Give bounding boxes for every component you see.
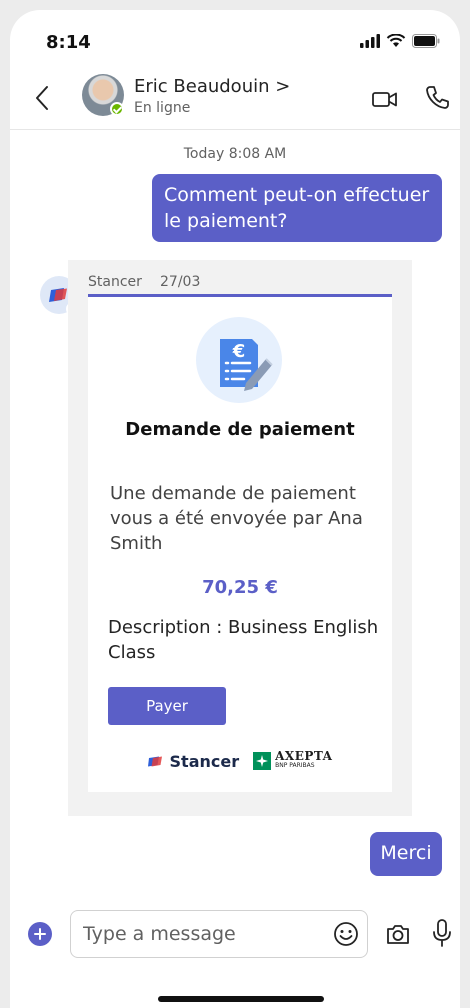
microphone-button[interactable]	[430, 918, 454, 948]
payment-description: Description : Business English Class	[108, 617, 379, 663]
axepta-logo-text: AXEPTA	[275, 749, 333, 763]
emoji-button[interactable]	[332, 920, 360, 948]
contact-name[interactable]: Eric Beaudouin >	[134, 76, 290, 97]
chat-header: Eric Beaudouin > En ligne	[10, 66, 460, 130]
plus-icon	[34, 928, 46, 940]
stancer-mark-icon	[147, 756, 162, 767]
sent-message-bubble[interactable]: Merci	[370, 832, 442, 876]
back-button[interactable]	[30, 80, 54, 116]
emoji-icon	[334, 922, 358, 946]
payment-request-card: € Demande de paiement Une demande de pai…	[88, 294, 392, 792]
status-time: 8:14	[46, 32, 91, 53]
card-sender: Stancer	[88, 274, 142, 290]
back-icon	[36, 86, 48, 110]
camera-icon	[387, 925, 409, 944]
payment-amount: 70,25 €	[202, 577, 278, 598]
phone-icon	[426, 86, 449, 109]
signal-icon	[360, 34, 380, 48]
battery-icon	[412, 34, 440, 48]
status-bar: 8:14	[10, 10, 460, 66]
sent-message-bubble[interactable]: Comment peut-on effectuer le paiement?	[152, 174, 442, 242]
partner-logos: Stancer AXEPTA BNP PARIBAS	[88, 749, 392, 771]
card-date: 27/03	[160, 274, 201, 290]
payment-document-icon: €	[196, 317, 282, 403]
message-input[interactable]	[70, 910, 368, 958]
axepta-logo-subtext: BNP PARIBAS	[275, 762, 315, 769]
camera-button[interactable]	[384, 920, 412, 948]
home-indicator	[158, 996, 324, 1002]
svg-text:€: €	[232, 341, 246, 362]
message-timestamp: Today 8:08 AM	[183, 146, 287, 162]
card-title: Demande de paiement	[125, 419, 355, 440]
compose-bar	[10, 904, 460, 964]
video-call-button[interactable]	[370, 84, 400, 114]
pay-button[interactable]: Payer	[108, 687, 226, 725]
video-icon	[372, 92, 397, 107]
phone-screen: 8:14 Eric Beaudouin > En ligne Today 8:0…	[10, 10, 460, 1008]
axepta-logo: AXEPTA BNP PARIBAS	[253, 749, 333, 771]
bnp-star-icon	[253, 752, 272, 770]
mic-icon	[433, 919, 451, 947]
card-message: Une demande de paiement vous a été envoy…	[110, 483, 363, 554]
stancer-logo-text: Stancer	[169, 751, 240, 771]
audio-call-button[interactable]	[422, 82, 452, 112]
presence-available-icon	[110, 102, 124, 116]
status-icons	[360, 34, 440, 48]
payment-card-container: Stancer 27/03 € Demande de paiement Une …	[68, 260, 412, 816]
wifi-icon	[386, 34, 406, 47]
add-attachment-button[interactable]	[28, 922, 52, 946]
contact-status: En ligne	[134, 100, 191, 116]
contact-avatar[interactable]	[82, 74, 124, 116]
stancer-logo: Stancer	[147, 751, 240, 771]
